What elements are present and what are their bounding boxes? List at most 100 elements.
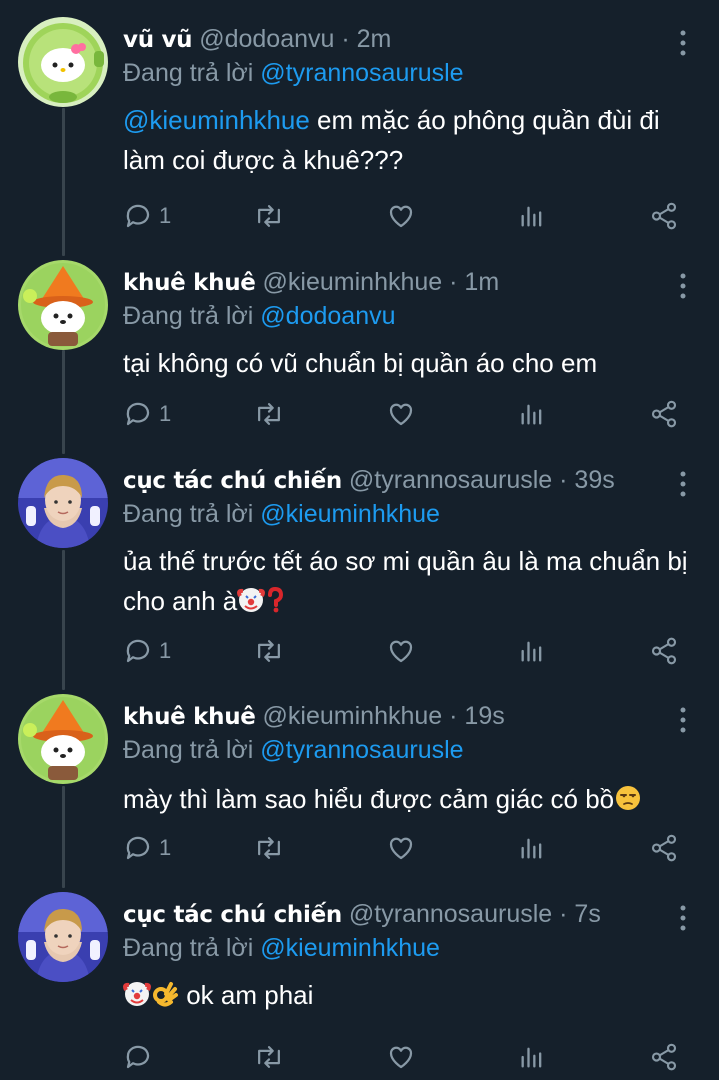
replying-to-handle[interactable]: @tyrannosaurusle [260,59,463,87]
tweet-header: khuê khuê @kieuminhkhue · 19s [123,699,505,733]
reply-button[interactable]: 1 [123,397,171,431]
tweet-text: ok am phai [123,975,703,1019]
display-name[interactable]: khuê khuê [123,270,256,296]
tweet[interactable]: cục tác chú chiến @tyrannosaurusle · 39s… [0,458,719,693]
user-handle[interactable]: @kieuminhkhue [263,702,443,730]
more-icon [680,30,686,56]
more-button[interactable] [672,28,694,58]
tweet-header: vũ vũ @dodoanvu · 2m [123,22,391,56]
separator-dot: · [559,900,568,928]
retweet-button[interactable] [253,1040,285,1074]
views-button[interactable] [518,199,546,233]
display-name[interactable]: khuê khuê [123,704,256,730]
replying-to: Đang trả lời @tyrannosaurusle [123,56,464,90]
retweet-icon [258,205,280,227]
reply-button[interactable]: 1 [123,199,171,233]
like-button[interactable] [386,831,416,865]
views-icon [521,1047,542,1068]
tweet[interactable]: vũ vũ @dodoanvu · 2m Đang trả lời @tyran… [0,17,719,252]
clown-face-emoji [123,979,151,1019]
hello-kitty-peashooter-avatar [18,17,108,107]
reply-count: 1 [159,638,172,663]
tweet-header: khuê khuê @kieuminhkhue · 1m [123,265,499,299]
avatar[interactable] [18,892,108,982]
like-button[interactable] [386,1040,416,1074]
share-button[interactable] [649,199,679,233]
avatar[interactable] [18,17,108,107]
more-button[interactable] [672,271,694,301]
retweet-button[interactable] [253,634,285,668]
user-handle[interactable]: @tyrannosaurusle [349,466,552,494]
retweet-icon [258,640,280,662]
reply-button[interactable]: 1 [123,634,171,668]
share-button[interactable] [649,1040,679,1074]
share-button[interactable] [649,397,679,431]
timestamp[interactable]: 39s [574,466,614,494]
mention-link[interactable]: @kieuminhkhue [123,105,310,135]
display-name[interactable]: cục tác chú chiến [123,902,342,928]
replying-to-label: Đang trả lời [123,302,254,330]
pochacco-orange-hat-avatar [18,694,108,784]
tweet[interactable]: khuê khuê @kieuminhkhue · 1m Đang trả lờ… [0,260,719,455]
action-bar: 1 [0,634,719,668]
retweet-icon [258,1046,280,1068]
like-button[interactable] [386,397,416,431]
retweet-button[interactable] [253,199,285,233]
display-name[interactable]: cục tác chú chiến [123,468,342,494]
ok-hand-emoji [151,979,179,1019]
action-bar: 1 [0,831,719,865]
views-icon [521,206,542,227]
reply-button[interactable] [123,1040,159,1074]
avatar[interactable] [18,694,108,784]
tweet-text: mày thì làm sao hiểu được cảm giác có bồ [123,779,703,823]
user-handle[interactable]: @tyrannosaurusle [349,900,552,928]
views-button[interactable] [518,1040,546,1074]
retweet-button[interactable] [253,831,285,865]
retweet-icon [258,837,280,859]
display-name[interactable]: vũ vũ [123,27,193,53]
like-button[interactable] [386,634,416,668]
share-icon [651,637,677,665]
share-button[interactable] [649,831,679,865]
unamused-face-emoji [614,783,642,823]
replying-to-handle[interactable]: @kieuminhkhue [260,934,440,962]
replying-to: Đang trả lời @tyrannosaurusle [123,733,464,767]
reply-count: 1 [159,401,172,426]
person-photo-avatar [18,892,108,982]
views-button[interactable] [518,634,546,668]
share-icon [651,400,677,428]
reply-button[interactable]: 1 [123,831,171,865]
more-button[interactable] [672,903,694,933]
tweet[interactable]: cục tác chú chiến @tyrannosaurusle · 7s … [0,892,719,1077]
action-bar [0,1040,719,1074]
replying-to: Đang trả lời @kieuminhkhue [123,931,440,965]
views-button[interactable] [518,397,546,431]
like-button[interactable] [386,199,416,233]
replying-to-handle[interactable]: @kieuminhkhue [260,500,440,528]
avatar[interactable] [18,260,108,350]
share-button[interactable] [649,634,679,668]
timestamp[interactable]: 2m [357,25,392,53]
share-icon [651,1043,677,1071]
tweet-text: tại không có vũ chuẩn bị quần áo cho em [123,348,598,378]
views-button[interactable] [518,831,546,865]
more-icon [680,905,686,931]
replying-to: Đang trả lời @dodoanvu [123,299,396,333]
more-button[interactable] [672,705,694,735]
tweet[interactable]: khuê khuê @kieuminhkhue · 19s Đang trả l… [0,694,719,889]
action-bar: 1 [0,199,719,233]
user-handle[interactable]: @dodoanvu [199,25,334,53]
more-button[interactable] [672,469,694,499]
avatar[interactable] [18,458,108,548]
timestamp[interactable]: 7s [574,900,600,928]
timestamp[interactable]: 19s [464,702,504,730]
reply-icon [126,402,150,426]
tweet-text: @kieuminhkhue em mặc áo phông quần đùi đ… [123,100,703,180]
user-handle[interactable]: @kieuminhkhue [263,268,443,296]
replying-to-handle[interactable]: @tyrannosaurusle [260,736,463,764]
more-icon [680,471,686,497]
retweet-icon [258,403,280,425]
retweet-button[interactable] [253,397,285,431]
replying-to-handle[interactable]: @dodoanvu [260,302,395,330]
timestamp[interactable]: 1m [464,268,499,296]
